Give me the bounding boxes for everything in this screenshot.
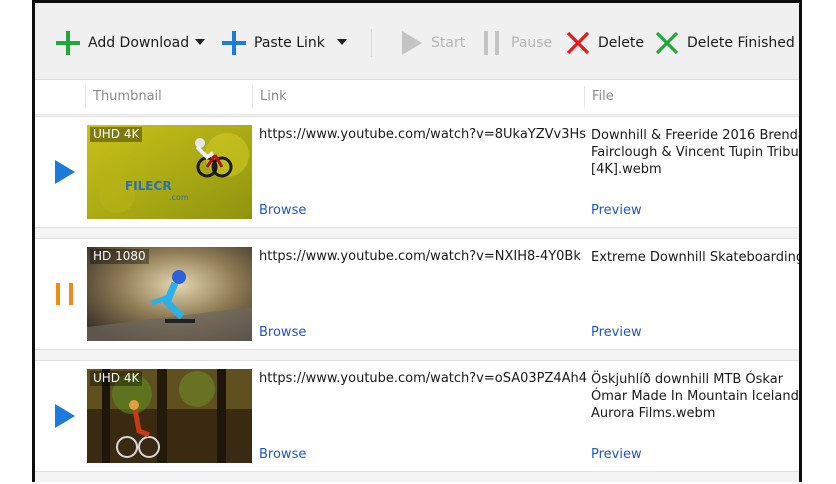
quality-badge: HD 1080 bbox=[90, 249, 149, 264]
delete-finished-label: Delete Finished bbox=[687, 35, 795, 51]
video-link: https://www.youtube.com/watch?v=oSA03PZ4… bbox=[259, 371, 588, 386]
pause-icon[interactable] bbox=[53, 280, 77, 308]
browse-link[interactable]: Browse bbox=[259, 447, 306, 462]
video-thumbnail: HD 1080 bbox=[87, 247, 252, 341]
browse-link[interactable]: Browse bbox=[259, 203, 306, 218]
start-button[interactable]: Start bbox=[400, 27, 465, 59]
delete-label: Delete bbox=[598, 35, 644, 51]
plus-green-icon bbox=[56, 31, 80, 55]
add-download-label: Add Download bbox=[88, 35, 190, 51]
download-row[interactable]: UHD 4K https://www.youtube.com/watch?v=o… bbox=[35, 360, 799, 472]
pause-label: Pause bbox=[511, 35, 553, 51]
toolbar: Add Download Paste Link Start Pause Dele… bbox=[35, 3, 799, 80]
delete-finished-button[interactable]: Delete Finished bbox=[654, 27, 795, 59]
quality-badge: UHD 4K bbox=[90, 127, 143, 142]
toolbar-separator bbox=[371, 29, 372, 57]
download-row[interactable]: UHD 4K FILECR .com https://www.youtube.c… bbox=[35, 116, 799, 228]
play-icon[interactable] bbox=[53, 158, 77, 186]
add-download-button[interactable]: Add Download bbox=[55, 27, 189, 59]
watermark-subtext: .com bbox=[169, 193, 189, 202]
plus-blue-icon bbox=[222, 31, 246, 55]
column-header-file[interactable]: File bbox=[584, 86, 799, 108]
download-row[interactable]: HD 1080 https://www.youtube.com/watch?v=… bbox=[35, 238, 799, 350]
video-link: https://www.youtube.com/watch?v=NXIH8-4Y… bbox=[259, 249, 581, 264]
paste-link-button[interactable]: Paste Link bbox=[221, 27, 325, 59]
file-name: Downhill & Freeride 2016 Brendan Fairclo… bbox=[591, 128, 802, 177]
play-icon[interactable] bbox=[53, 402, 77, 430]
quality-badge: UHD 4K bbox=[90, 371, 143, 386]
video-thumbnail: UHD 4K FILECR .com bbox=[87, 125, 252, 219]
add-download-dropdown-icon[interactable] bbox=[195, 39, 205, 45]
list-header: Thumbnail Link File bbox=[35, 80, 799, 115]
play-icon bbox=[402, 31, 422, 55]
preview-link[interactable]: Preview bbox=[591, 203, 642, 218]
paste-link-dropdown-icon[interactable] bbox=[337, 39, 347, 45]
watermark-text: FILECR bbox=[125, 179, 172, 193]
browse-link[interactable]: Browse bbox=[259, 325, 306, 340]
preview-link[interactable]: Preview bbox=[591, 447, 642, 462]
column-header-link[interactable]: Link bbox=[252, 86, 580, 108]
column-header-thumbnail[interactable]: Thumbnail bbox=[85, 86, 253, 108]
video-thumbnail: UHD 4K bbox=[87, 369, 252, 463]
red-x-icon bbox=[566, 31, 590, 55]
file-name: Extreme Downhill Skateboarding!.m bbox=[591, 250, 799, 265]
app-window: Add Download Paste Link Start Pause Dele… bbox=[32, 0, 802, 482]
delete-button[interactable]: Delete bbox=[565, 27, 644, 59]
green-x-icon bbox=[655, 31, 679, 55]
start-label: Start bbox=[431, 35, 466, 51]
preview-link[interactable]: Preview bbox=[591, 325, 642, 340]
video-link: https://www.youtube.com/watch?v=8UkaYZVv… bbox=[259, 127, 587, 142]
paste-link-label: Paste Link bbox=[254, 35, 325, 51]
pause-button[interactable]: Pause bbox=[482, 27, 552, 59]
file-name: Öskjuhlíð downhill MTB Óskar Ómar Made I… bbox=[591, 372, 799, 421]
pause-icon bbox=[484, 31, 499, 55]
